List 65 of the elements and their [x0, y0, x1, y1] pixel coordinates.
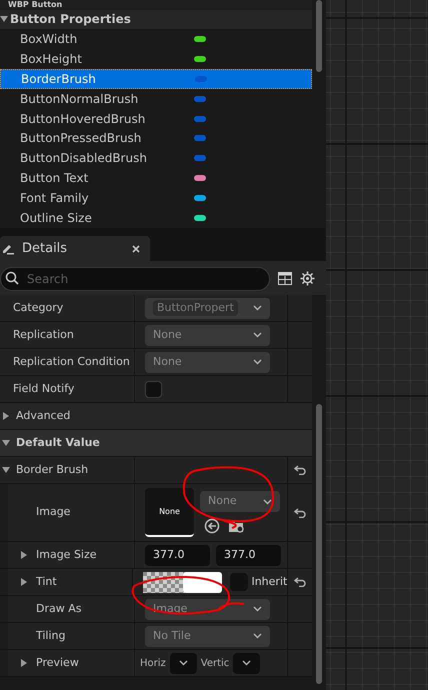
collapse-arrow-icon[interactable] [0, 15, 8, 24]
property-label: Tiling [36, 628, 66, 644]
property-label: Field Notify [13, 380, 74, 397]
category-label: Button Properties [10, 11, 131, 28]
expand-arrow-icon[interactable] [20, 659, 28, 667]
search-icon [5, 271, 19, 285]
variable-item[interactable]: Font Family [0, 188, 312, 208]
chevron-icon [242, 660, 252, 666]
chevron-icon [253, 633, 262, 639]
reset-icon[interactable] [294, 465, 306, 475]
section-label: WBP Button [8, 0, 62, 10]
variable-item[interactable]: Outline Size [0, 208, 312, 228]
variable-item[interactable]: ButtonHoveredBrush [0, 108, 312, 129]
chevron-icon [253, 332, 262, 338]
property-label: Preview [36, 654, 79, 671]
chevron-icon [178, 660, 188, 666]
option-label: Horiz [140, 656, 166, 670]
option-label: Vertic [200, 656, 230, 670]
chevron-icon [253, 359, 262, 365]
property-label: Image Size [36, 546, 97, 563]
section-header[interactable]: Default Value [0, 430, 312, 457]
table-icon[interactable] [278, 272, 292, 284]
dropdown[interactable] [233, 652, 260, 674]
expand-arrow-icon[interactable] [20, 551, 28, 559]
scrollbar[interactable] [316, 0, 322, 72]
expand-arrow-icon[interactable] [2, 412, 10, 420]
property-label: Tint [36, 574, 57, 590]
checkbox[interactable] [230, 573, 248, 591]
pencil-icon [2, 242, 14, 254]
collapse-arrow-icon[interactable] [2, 439, 10, 447]
variable-item[interactable]: ButtonPressedBrush [0, 128, 312, 148]
variable-item[interactable]: ButtonDisabledBrush [0, 148, 312, 168]
variable-item[interactable]: Button Text [0, 168, 312, 188]
variable-item[interactable]: ButtonNormalBrush [0, 88, 312, 109]
property-label: Image [36, 504, 70, 520]
color-swatch[interactable] [143, 572, 222, 592]
scrollbar[interactable] [316, 404, 322, 684]
property-label: Draw As [36, 600, 82, 617]
section-header[interactable]: Advanced [0, 403, 312, 430]
chevron-icon [263, 498, 272, 504]
property-label: Replication [13, 326, 74, 343]
chevron-icon [253, 606, 262, 612]
checkbox[interactable] [145, 380, 162, 398]
variable-item[interactable]: BoxWidth [0, 28, 312, 49]
dropdown[interactable] [170, 652, 197, 674]
settings-icon[interactable] [300, 270, 315, 286]
close-icon[interactable] [132, 244, 140, 252]
details-tab[interactable]: Details [0, 236, 150, 261]
checkbox-label: Inherit [251, 574, 288, 590]
expand-arrow-icon[interactable] [20, 578, 28, 586]
search-field[interactable]: Search [0, 267, 270, 291]
variable-item[interactable]: BorderBrush [0, 68, 312, 89]
number-field[interactable]: 377.0 [145, 544, 210, 566]
tab-label: Details [22, 240, 68, 258]
property-label: Replication Condition [13, 354, 130, 370]
reset-icon[interactable] [294, 577, 306, 587]
variable-item[interactable]: BoxHeight [0, 48, 312, 69]
image-thumbnail: None [145, 488, 194, 537]
arrow-circle-icon[interactable] [204, 518, 220, 534]
reset-icon[interactable] [294, 508, 306, 518]
number-field[interactable]: 377.0 [216, 544, 281, 566]
property-label: Category [13, 300, 64, 316]
collapse-arrow-icon[interactable] [2, 466, 10, 474]
chevron-icon [253, 305, 262, 311]
property-label: Border Brush [16, 462, 88, 478]
